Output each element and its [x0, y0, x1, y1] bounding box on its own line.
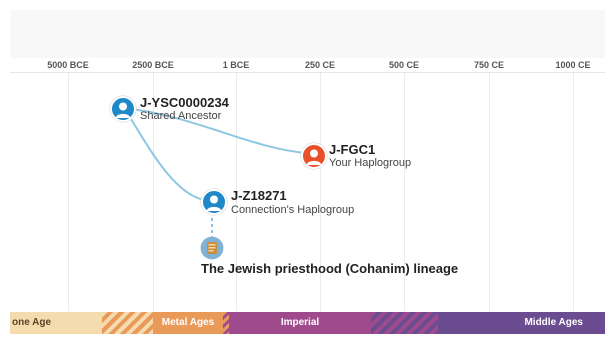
book-icon[interactable]: [201, 237, 223, 259]
era-label: Imperial: [280, 317, 320, 328]
era-transition-hatch: [371, 312, 438, 334]
era-stone-age[interactable]: one Age: [10, 312, 104, 334]
era-middle-ages[interactable]: Middle Ages: [438, 312, 605, 334]
lineage-title[interactable]: The Jewish priesthood (Cohanim) lineage: [201, 261, 458, 276]
era-transition-hatch: [102, 312, 153, 334]
connection-haplogroup-subtitle: Connection's Haplogroup: [231, 204, 355, 216]
connection-haplogroup-title[interactable]: J-Z18271: [231, 188, 287, 203]
era-bar: one Age Metal Ages Imperial Middle Ages: [10, 312, 605, 334]
haplogroup-timeline: 5000 BCE 2500 BCE 1 BCE 250 CE 500 CE 75…: [0, 0, 605, 338]
era-metal-ages[interactable]: Metal Ages: [153, 312, 223, 334]
shared-ancestor-title[interactable]: J-YSC0000234: [140, 95, 229, 110]
era-imperial[interactable]: Imperial: [229, 312, 371, 334]
lineage-links: [127, 108, 307, 238]
era-label: Metal Ages: [161, 317, 215, 328]
person-icon[interactable]: [201, 189, 227, 215]
era-label: one Age: [12, 317, 52, 328]
your-haplogroup-title[interactable]: J-FGC1: [329, 142, 375, 157]
person-icon[interactable]: [110, 96, 136, 122]
shared-ancestor-subtitle: Shared Ancestor: [140, 110, 222, 122]
person-icon[interactable]: [301, 143, 327, 169]
era-label: Middle Ages: [524, 317, 583, 328]
your-haplogroup-subtitle: Your Haplogroup: [329, 157, 412, 169]
link-shared-to-connection: [127, 113, 206, 201]
